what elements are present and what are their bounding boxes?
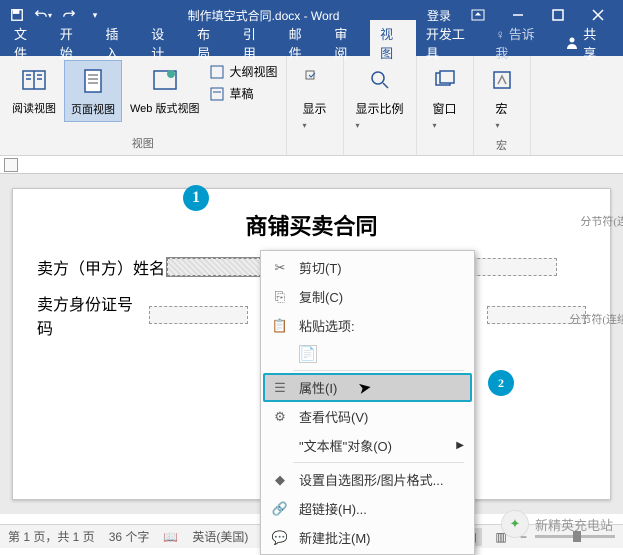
- status-language[interactable]: 英语(美国): [192, 528, 248, 545]
- share-button[interactable]: 共享: [555, 20, 619, 66]
- document-title: 商铺买卖合同: [37, 209, 586, 241]
- ctx-hyperlink[interactable]: 🔗超链接(H)...: [263, 494, 472, 523]
- web-layout-icon: [149, 64, 181, 96]
- ctx-copy[interactable]: ⎘复制(C): [263, 282, 472, 311]
- zoom-icon: [364, 64, 396, 96]
- context-menu: ✂剪切(T) ⎘复制(C) 📋粘贴选项: 📄 ☰属性(I) ⚙查看代码(V) "…: [260, 250, 475, 555]
- hyperlink-icon: 🔗: [271, 500, 289, 518]
- draft-view-button[interactable]: 草稿: [207, 84, 279, 103]
- callout-badge-2: 2: [488, 370, 514, 396]
- print-layout-button[interactable]: 页面视图: [64, 60, 122, 122]
- print-layout-icon: [77, 65, 109, 97]
- code-icon: ⚙: [271, 408, 289, 426]
- seller-id-label: 卖方身份证号码: [37, 291, 147, 339]
- comment-icon: 💬: [271, 529, 289, 547]
- status-words[interactable]: 36 个字: [109, 528, 150, 545]
- window-button[interactable]: 窗口▾: [423, 60, 467, 135]
- ctx-paste-options: 📋粘贴选项:: [263, 311, 472, 340]
- copy-icon: ⎘: [271, 288, 289, 306]
- web-layout-button[interactable]: Web 版式视图: [124, 60, 205, 120]
- macros-button[interactable]: 宏▾: [480, 60, 524, 135]
- window-icon: [429, 64, 461, 96]
- status-proofing-icon[interactable]: 📖: [163, 530, 178, 544]
- seller-name-textbox[interactable]: [167, 258, 267, 276]
- status-page[interactable]: 第 1 页，共 1 页: [8, 528, 95, 545]
- macros-icon: [486, 64, 518, 96]
- ctx-cut[interactable]: ✂剪切(T): [263, 253, 472, 282]
- paste-keep-icon: 📄: [299, 345, 317, 363]
- ctx-paste-option-1[interactable]: 📄: [263, 340, 472, 368]
- section-break-1: 分节符(连: [580, 213, 623, 229]
- cut-icon: ✂: [271, 259, 289, 277]
- watermark: ✦ 新精英充电站: [501, 510, 613, 538]
- ctx-textframe-object[interactable]: "文本框"对象(O)▶: [263, 431, 472, 460]
- format-shape-icon: ◆: [271, 471, 289, 489]
- zoom-button[interactable]: 显示比例▾: [350, 60, 410, 135]
- seller-id-textbox[interactable]: [149, 306, 248, 324]
- read-mode-button[interactable]: 阅读视图: [6, 60, 62, 120]
- group-views-label: 视图: [6, 133, 280, 153]
- show-button[interactable]: 显示▾: [293, 60, 337, 135]
- ctx-view-code[interactable]: ⚙查看代码(V): [263, 402, 472, 431]
- callout-badge-1: 1: [183, 185, 209, 211]
- show-icon: [299, 64, 331, 96]
- section-break-2: 分节符(连续: [569, 311, 623, 327]
- group-macros-label: 宏: [480, 135, 524, 155]
- ruler[interactable]: [0, 156, 623, 174]
- tab-selector[interactable]: [4, 158, 18, 172]
- outline-view-button[interactable]: 大纲视图: [207, 62, 279, 81]
- read-mode-icon: [18, 64, 50, 96]
- seller-name-label: 卖方（甲方）姓名: [37, 255, 165, 279]
- properties-icon: ☰: [271, 379, 289, 397]
- submenu-arrow-icon: ▶: [456, 440, 464, 451]
- paste-icon: 📋: [271, 317, 289, 335]
- watermark-icon: ✦: [501, 510, 529, 538]
- ctx-format-autoshape[interactable]: ◆设置自选图形/图片格式...: [263, 465, 472, 494]
